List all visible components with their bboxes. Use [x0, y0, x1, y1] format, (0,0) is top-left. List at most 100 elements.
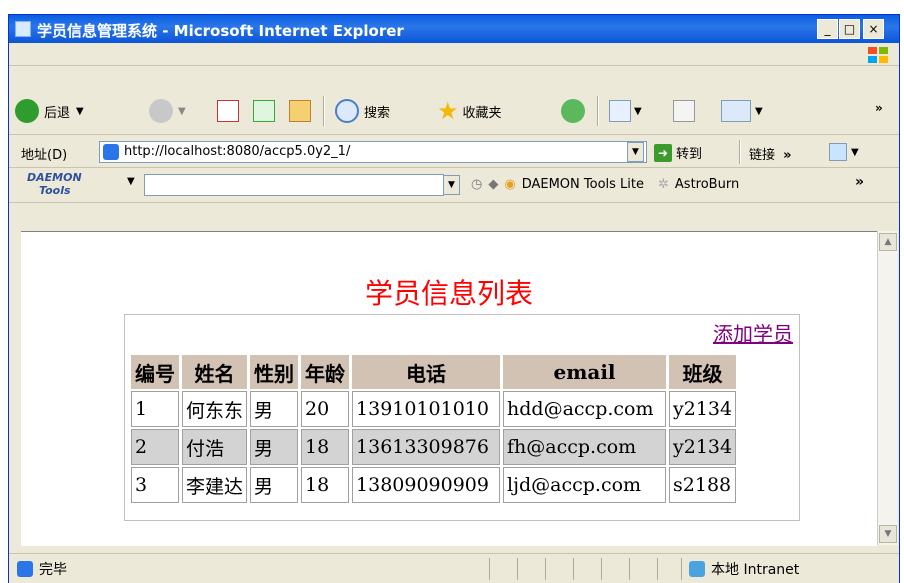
add-student-link[interactable]: 添加学员	[713, 318, 793, 347]
browser-window: 学员信息管理系统 - Microsoft Internet Explorer _…	[8, 14, 900, 583]
chevron-right-icon: »	[783, 148, 792, 163]
table-row: 1 何东东 男 20 13910101010 hdd@accp.com y213…	[131, 391, 737, 427]
header-class: 班级	[669, 355, 737, 389]
close-button[interactable]: ×	[863, 19, 884, 39]
cell-age: 20	[301, 391, 350, 427]
header-phone: 电话	[352, 355, 501, 389]
page-content: 学员信息列表 添加学员 编号 姓名 性别 年龄 电话 email 班级 1 何东…	[21, 231, 877, 546]
search-icon	[335, 99, 359, 123]
stop-button[interactable]	[217, 97, 239, 125]
edit-icon	[721, 100, 751, 122]
address-dropdown[interactable]: ▼	[627, 142, 644, 162]
astroburn-link[interactable]: AstroBurn	[675, 177, 739, 192]
print-icon	[673, 100, 695, 122]
status-divider	[629, 558, 630, 580]
mail-icon	[609, 100, 631, 122]
cell-class: y2134	[669, 391, 737, 427]
table-header-row: 编号 姓名 性别 年龄 电话 email 班级	[131, 355, 737, 389]
header-gender: 性别	[250, 355, 299, 389]
scroll-down-button[interactable]: ▼	[879, 525, 897, 543]
grip-icon: ◆	[488, 177, 499, 192]
daemon-search-input[interactable]	[144, 174, 444, 196]
address-bar: 地址(D) http://localhost:8080/accp5.0y2_1/…	[9, 137, 899, 168]
header-email: email	[503, 355, 667, 389]
daemon-logo-line1: DAEMON	[27, 171, 82, 184]
intranet-icon	[689, 561, 705, 577]
cell-phone: 13613309876	[352, 429, 501, 465]
daemon-dropdown[interactable]: ▼	[443, 175, 460, 195]
go-label: 转到	[676, 147, 703, 162]
clock-icon: ◷	[471, 177, 483, 192]
mail-button[interactable]: ▼	[609, 97, 642, 125]
zone-label: 本地 Intranet	[711, 562, 800, 578]
chevron-down-icon: ▼	[634, 105, 642, 117]
minimize-button[interactable]: _	[817, 19, 838, 39]
history-button[interactable]	[561, 97, 590, 125]
daemon-disc-icon: ◉	[504, 177, 516, 192]
cell-class: s2188	[669, 467, 737, 503]
windows-logo-icon	[868, 47, 888, 63]
extension-icon	[829, 143, 847, 161]
chevron-down-icon: ▼	[127, 176, 135, 187]
status-divider	[489, 558, 490, 580]
toolbar-separator	[323, 96, 325, 126]
daemon-overflow-icon[interactable]: »	[855, 174, 864, 190]
cell-phone: 13809090909	[352, 467, 501, 503]
go-button[interactable]: ➜ 转到	[654, 143, 702, 162]
status-divider	[517, 558, 518, 580]
toolbar-separator	[597, 96, 599, 126]
student-table-container: 添加学员 编号 姓名 性别 年龄 电话 email 班级 1 何东东 男 20 …	[124, 314, 800, 521]
forward-button[interactable]: ▼	[149, 97, 186, 125]
chevron-down-icon: ▼	[76, 105, 84, 117]
links-label: 链接	[749, 148, 776, 163]
refresh-button[interactable]	[253, 97, 275, 125]
refresh-icon	[253, 100, 275, 122]
cell-name: 何东东	[182, 391, 248, 427]
back-button[interactable]: 后退 ▼	[15, 97, 84, 125]
search-button[interactable]: 搜索	[335, 97, 390, 125]
stop-icon	[217, 100, 239, 122]
header-name: 姓名	[182, 355, 248, 389]
header-id: 编号	[131, 355, 179, 389]
go-arrow-icon: ➜	[654, 143, 672, 162]
chevron-down-icon: ▼	[755, 105, 763, 117]
daemon-logo: DAEMON Tools	[27, 171, 82, 197]
address-input[interactable]: http://localhost:8080/accp5.0y2_1/	[99, 141, 647, 163]
ie-page-icon	[103, 144, 119, 160]
ie-page-icon	[17, 561, 33, 577]
vertical-scrollbar[interactable]: ▲ ▼	[877, 231, 898, 545]
home-icon	[289, 100, 311, 122]
links-button[interactable]: 链接 »	[749, 144, 792, 163]
daemon-logo-line2: Tools	[39, 184, 71, 197]
home-button[interactable]	[289, 97, 311, 125]
cell-email: ljd@accp.com	[503, 467, 667, 503]
extension-button[interactable]: ▼	[829, 141, 859, 163]
edit-button[interactable]: ▼	[721, 97, 763, 125]
status-text-area: 完毕	[17, 559, 67, 579]
cell-email: hdd@accp.com	[503, 391, 667, 427]
print-button[interactable]	[673, 97, 695, 125]
back-arrow-icon	[15, 99, 39, 123]
toolbar-separator	[739, 140, 741, 164]
daemon-lite-link[interactable]: DAEMON Tools Lite	[522, 177, 644, 192]
maximize-button[interactable]: □	[839, 19, 860, 39]
table-row: 3 李建达 男 18 13809090909 ljd@accp.com s218…	[131, 467, 737, 503]
header-age: 年龄	[301, 355, 350, 389]
favorites-button[interactable]: ★ 收藏夹	[437, 97, 502, 125]
cell-class: y2134	[669, 429, 737, 465]
table-row: 2 付浩 男 18 13613309876 fh@accp.com y2134	[131, 429, 737, 465]
cell-id: 3	[131, 467, 179, 503]
history-icon	[561, 99, 585, 123]
astroburn-icon: ✲	[658, 177, 669, 192]
address-label: 地址(D)	[21, 148, 68, 163]
ie-page-icon	[15, 21, 31, 37]
star-icon: ★	[437, 97, 459, 125]
search-label: 搜索	[364, 105, 391, 121]
toolbar-overflow[interactable]: »	[875, 94, 883, 122]
status-bar: 完毕 本地 Intranet	[9, 553, 899, 583]
cell-id: 2	[131, 429, 179, 465]
scroll-up-button[interactable]: ▲	[879, 233, 897, 251]
status-divider	[657, 558, 658, 580]
cell-gender: 男	[250, 467, 299, 503]
cell-name: 付浩	[182, 429, 248, 465]
